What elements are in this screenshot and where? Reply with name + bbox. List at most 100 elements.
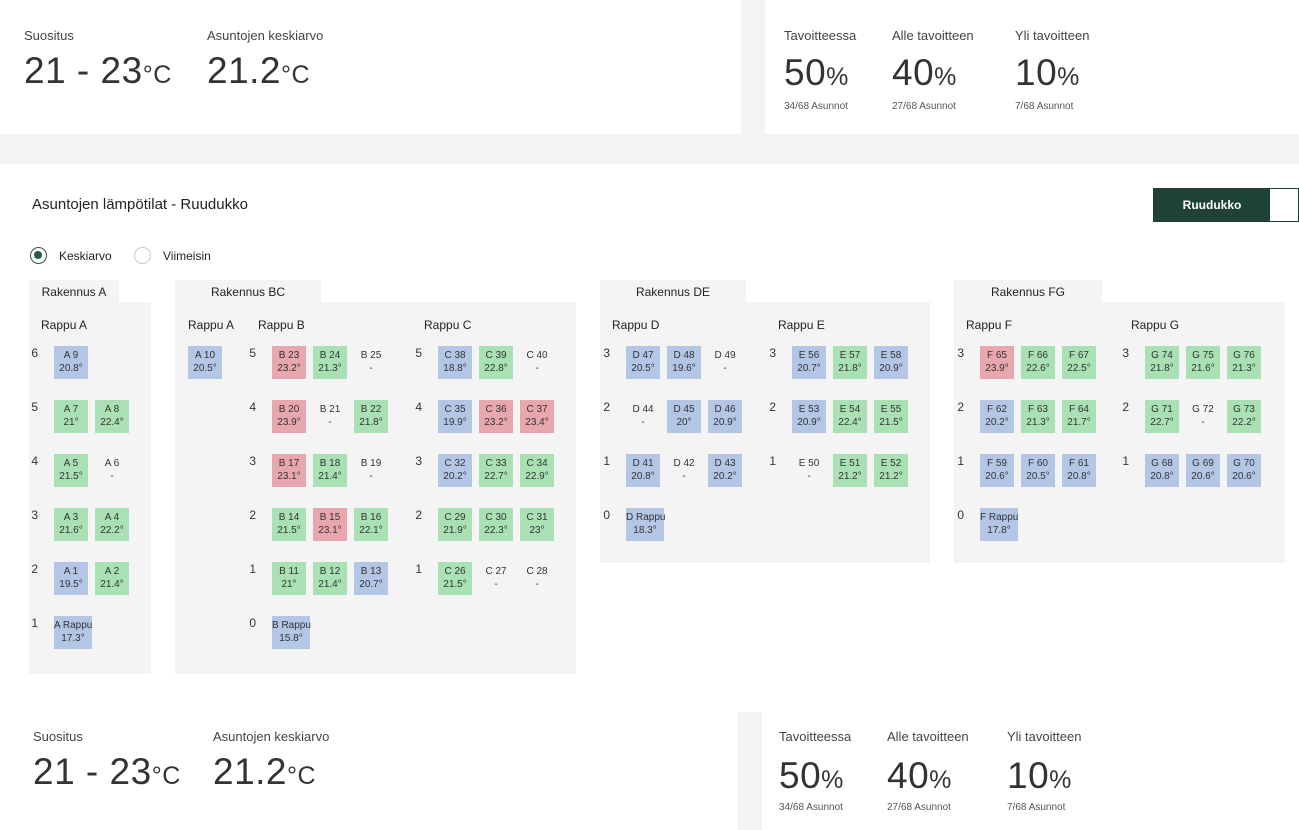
apartment-cell[interactable]: D 44 - [626, 400, 660, 433]
apartment-cell[interactable]: G 69 20.6° [1186, 454, 1220, 487]
apartment-cell[interactable]: A 6 - [95, 454, 129, 487]
apartment-cell[interactable]: F 64 21.7° [1062, 400, 1096, 433]
apartment-cell[interactable]: B 12 21.4° [313, 562, 347, 595]
apartment-cell[interactable]: G 75 21.6° [1186, 346, 1220, 379]
toggle-grid-button[interactable]: Ruudukko [1154, 189, 1270, 221]
apartment-cell[interactable]: C 30 22.3° [479, 508, 513, 541]
apartment-cell[interactable]: G 76 21.3° [1227, 346, 1261, 379]
apartment-cell[interactable]: F Rappu 17.8° [980, 508, 1018, 541]
apartment-cell[interactable]: B 23 23.2° [272, 346, 306, 379]
building-tab-a[interactable]: Rakennus A [29, 280, 119, 304]
apartment-cell[interactable]: B Rappu 15.8° [272, 616, 311, 649]
apartment-cell[interactable]: G 68 20.8° [1145, 454, 1179, 487]
apartment-cell[interactable]: C 38 18.8° [438, 346, 472, 379]
apartment-cell[interactable]: G 74 21.8° [1145, 346, 1179, 379]
apartment-cell[interactable]: F 63 21.3° [1021, 400, 1055, 433]
apartment-cell[interactable]: C 37 23.4° [520, 400, 554, 433]
apartment-cell[interactable]: B 24 21.3° [313, 346, 347, 379]
apartment-cell[interactable]: B 25 - [354, 346, 388, 379]
apartment-cell[interactable]: B 16 22.1° [354, 508, 388, 541]
apartment-cell[interactable]: A Rappu 17.3° [54, 616, 92, 649]
average-label: Asuntojen keskiarvo [207, 28, 324, 43]
apartment-cell[interactable]: A 1 19.5° [54, 562, 88, 595]
apartment-cell[interactable]: F 65 23.9° [980, 346, 1014, 379]
apartment-temperature: 23.1° [318, 525, 342, 536]
apartment-temperature: 21.2° [838, 471, 862, 482]
apartment-cell[interactable]: C 35 19.9° [438, 400, 472, 433]
apartment-temperature: 20.5° [631, 363, 655, 374]
apartment-cell[interactable]: A 7 21° [54, 400, 88, 433]
apartment-temperature: 20.9° [879, 363, 903, 374]
apartment-cell[interactable]: D 43 20.2° [708, 454, 742, 487]
apartment-cell[interactable]: C 31 23° [520, 508, 554, 541]
apartment-cell[interactable]: C 36 23.2° [479, 400, 513, 433]
apartment-cell[interactable]: F 59 20.6° [980, 454, 1014, 487]
apartment-cell[interactable]: G 72 - [1186, 400, 1220, 433]
apartment-cell[interactable]: F 61 20.8° [1062, 454, 1096, 487]
apartment-cell[interactable]: E 57 21.8° [833, 346, 867, 379]
apartment-cell[interactable]: C 33 22.7° [479, 454, 513, 487]
apartment-cell[interactable]: A 5 21.5° [54, 454, 88, 487]
apartment-cell[interactable]: D 49 - [708, 346, 742, 379]
apartment-cell[interactable]: E 50 - [792, 454, 826, 487]
apartment-cell[interactable]: E 52 21.2° [874, 454, 908, 487]
apartment-cell[interactable]: F 60 20.5° [1021, 454, 1055, 487]
view-toggle: Ruudukko [1153, 188, 1299, 222]
apartment-cell[interactable]: C 26 21.5° [438, 562, 472, 595]
apartment-cell[interactable]: A 8 22.4° [95, 400, 129, 433]
radio-latest[interactable] [134, 247, 151, 264]
apartment-cell[interactable]: C 32 20.2° [438, 454, 472, 487]
apartment-label: G 74 [1151, 350, 1173, 361]
apartment-temperature: - [1201, 417, 1205, 428]
apartment-cell[interactable]: E 55 21.5° [874, 400, 908, 433]
radio-average[interactable] [30, 247, 47, 264]
building-tab-fg[interactable]: Rakennus FG [954, 280, 1102, 304]
apartment-label: C 28 [526, 566, 548, 577]
apartment-cell[interactable]: D 42 - [667, 454, 701, 487]
apartment-cell[interactable]: B 22 21.8° [354, 400, 388, 433]
apartment-cell[interactable]: A 3 21.6° [54, 508, 88, 541]
apartment-cell[interactable]: G 73 22.2° [1227, 400, 1261, 433]
apartment-cell[interactable]: D 46 20.9° [708, 400, 742, 433]
apartment-cell[interactable]: F 67 22.5° [1062, 346, 1096, 379]
apartment-cell[interactable]: D 47 20.5° [626, 346, 660, 379]
building-tab-bc[interactable]: Rakennus BC [175, 280, 321, 304]
apartment-cell[interactable]: B 21 - [313, 400, 347, 433]
apartment-cell[interactable]: E 54 22.4° [833, 400, 867, 433]
apartment-cell[interactable]: D 45 20° [667, 400, 701, 433]
apartment-cell[interactable]: B 11 21° [272, 562, 306, 595]
apartment-cell[interactable]: F 66 22.6° [1021, 346, 1055, 379]
apartment-cell[interactable]: B 17 23.1° [272, 454, 306, 487]
apartment-cell[interactable]: D 48 19.6° [667, 346, 701, 379]
apartment-cell[interactable]: C 27 - [479, 562, 513, 595]
apartment-cell[interactable]: G 71 22.7° [1145, 400, 1179, 433]
apartment-cell[interactable]: E 53 20.9° [792, 400, 826, 433]
floor-number: 1 [957, 454, 964, 468]
apartment-cell[interactable]: A 2 21.4° [95, 562, 129, 595]
stair-header: Rappu A [188, 318, 235, 332]
apartment-cell[interactable]: D 41 20.8° [626, 454, 660, 487]
apartment-cell[interactable]: B 18 21.4° [313, 454, 347, 487]
apartment-cell[interactable]: C 40 - [520, 346, 554, 379]
apartment-cell[interactable]: B 15 23.1° [313, 508, 347, 541]
apartment-cell[interactable]: E 58 20.9° [874, 346, 908, 379]
apartment-cell[interactable]: F 62 20.2° [980, 400, 1014, 433]
apartment-cell[interactable]: B 20 23.9° [272, 400, 306, 433]
apartment-cell[interactable]: G 70 20.6° [1227, 454, 1261, 487]
apartment-cell[interactable]: C 39 22.8° [479, 346, 513, 379]
apartment-cell[interactable]: A 9 20.8° [54, 346, 88, 379]
apartment-cell[interactable]: A 4 22.2° [95, 508, 129, 541]
apartment-cell[interactable]: A 10 20.5° [188, 346, 222, 379]
apartment-cell[interactable]: C 29 21.9° [438, 508, 472, 541]
apartment-cell[interactable]: C 34 22.9° [520, 454, 554, 487]
building-tab-de[interactable]: Rakennus DE [600, 280, 746, 304]
floor-number: 1 [415, 562, 422, 576]
apartment-cell[interactable]: B 14 21.5° [272, 508, 306, 541]
apartment-cell[interactable]: B 19 - [354, 454, 388, 487]
apartment-cell[interactable]: C 28 - [520, 562, 554, 595]
stair-header: Rappu A [41, 318, 88, 332]
apartment-cell[interactable]: E 56 20.7° [792, 346, 826, 379]
apartment-cell[interactable]: E 51 21.2° [833, 454, 867, 487]
apartment-cell[interactable]: D Rappu 18.3° [626, 508, 665, 541]
apartment-cell[interactable]: B 13 20.7° [354, 562, 388, 595]
